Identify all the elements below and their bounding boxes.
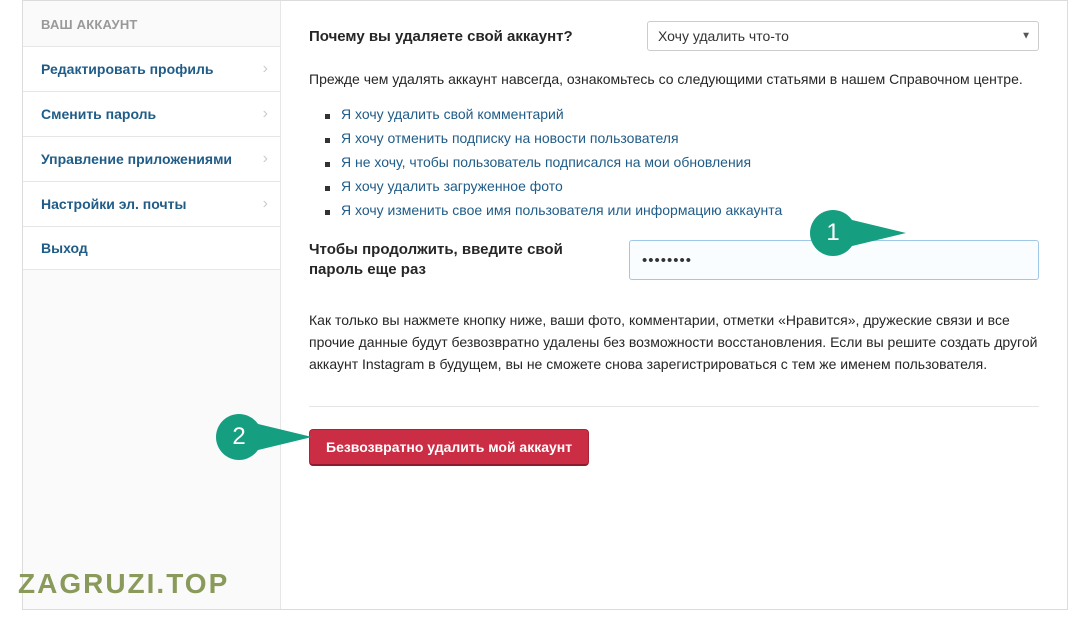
delete-account-button[interactable]: Безвозвратно удалить мой аккаунт	[309, 429, 589, 466]
sidebar-item-logout[interactable]: Выход ›	[23, 227, 280, 270]
main-content: Почему вы удаляете свой аккаунт? Хочу уд…	[281, 1, 1067, 609]
sidebar-item-label: Настройки эл. почты	[41, 196, 186, 212]
watermark: ZAGRUZI.TOP	[18, 568, 229, 600]
list-item: Я хочу отменить подписку на новости поль…	[325, 130, 1039, 146]
list-item: Я хочу удалить свой комментарий	[325, 106, 1039, 122]
help-links-list: Я хочу удалить свой комментарий Я хочу о…	[325, 106, 1039, 218]
reason-select-wrap: Хочу удалить что-то ▼	[647, 21, 1039, 51]
sidebar-item-change-password[interactable]: Сменить пароль ›	[23, 92, 280, 137]
reason-select[interactable]: Хочу удалить что-то	[647, 21, 1039, 51]
sidebar-item-label: Сменить пароль	[41, 106, 156, 122]
sidebar-header: ВАШ АККАУНТ	[23, 1, 280, 47]
help-link[interactable]: Я хочу отменить подписку на новости поль…	[341, 130, 679, 146]
help-link[interactable]: Я не хочу, чтобы пользователь подписался…	[341, 154, 751, 170]
sidebar-item-label: Выход	[41, 240, 88, 256]
help-link[interactable]: Я хочу удалить загруженное фото	[341, 178, 563, 194]
sidebar-item-edit-profile[interactable]: Редактировать профиль ›	[23, 47, 280, 92]
reason-question: Почему вы удаляете свой аккаунт?	[309, 28, 573, 45]
list-item: Я хочу удалить загруженное фото	[325, 178, 1039, 194]
intro-text: Прежде чем удалять аккаунт навсегда, озн…	[309, 69, 1039, 90]
help-link[interactable]: Я хочу изменить свое имя пользователя ил…	[341, 202, 782, 218]
password-label: Чтобы продолжить, введите свой пароль ещ…	[309, 240, 609, 281]
sidebar-item-manage-apps[interactable]: Управление приложениями ›	[23, 137, 280, 182]
sidebar: ВАШ АККАУНТ Редактировать профиль › Смен…	[23, 1, 281, 609]
help-link[interactable]: Я хочу удалить свой комментарий	[341, 106, 564, 122]
chevron-right-icon: ›	[263, 195, 268, 213]
warning-text: Как только вы нажмете кнопку ниже, ваши …	[309, 309, 1039, 376]
chevron-right-icon: ›	[263, 150, 268, 168]
password-input[interactable]	[629, 240, 1039, 280]
reason-row: Почему вы удаляете свой аккаунт? Хочу уд…	[309, 21, 1039, 51]
chevron-right-icon: ›	[263, 60, 268, 78]
divider	[309, 406, 1039, 407]
list-item: Я не хочу, чтобы пользователь подписался…	[325, 154, 1039, 170]
password-row: Чтобы продолжить, введите свой пароль ещ…	[309, 240, 1039, 281]
app-frame: ВАШ АККАУНТ Редактировать профиль › Смен…	[22, 0, 1068, 610]
sidebar-item-label: Редактировать профиль	[41, 61, 214, 77]
sidebar-item-label: Управление приложениями	[41, 151, 232, 167]
chevron-right-icon: ›	[263, 105, 268, 123]
sidebar-item-email-settings[interactable]: Настройки эл. почты ›	[23, 182, 280, 227]
list-item: Я хочу изменить свое имя пользователя ил…	[325, 202, 1039, 218]
